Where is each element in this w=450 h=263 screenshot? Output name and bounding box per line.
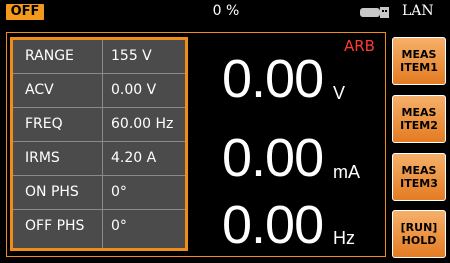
param-value: 60.00 Hz: [111, 116, 174, 132]
param-label: OFF PHS: [25, 218, 85, 234]
param-row-acv[interactable]: ACV 0.00 V: [13, 74, 185, 108]
output-state-badge: OFF: [6, 4, 44, 20]
measurement-voltage-unit: V: [333, 83, 346, 103]
param-row-irms[interactable]: IRMS 4.20 A: [13, 142, 185, 176]
param-row-range[interactable]: RANGE 155 V: [13, 40, 185, 74]
param-label: ON PHS: [25, 184, 79, 200]
softkey-line1: MEAS: [401, 106, 437, 119]
softkey-line1: [RUN]: [400, 221, 438, 234]
measurement-frequency-value: 0.00: [222, 195, 324, 255]
param-label: IRMS: [25, 150, 60, 166]
softkey-line2: HOLD: [401, 234, 437, 247]
mode-tag: ARB: [344, 37, 375, 55]
usb-icon: [360, 7, 389, 18]
measurement-voltage-value: 0.00: [222, 49, 324, 109]
measurement-current-value: 0.00: [222, 128, 324, 188]
progress-text: 0 %: [212, 3, 240, 19]
measurement-current-unit: mA: [333, 162, 360, 182]
param-value: 4.20 A: [111, 150, 157, 166]
softkey-line1: MEAS: [401, 164, 437, 177]
softkey-line1: MEAS: [401, 48, 437, 61]
param-value: 0°: [111, 218, 127, 234]
param-label: ACV: [25, 82, 54, 98]
softkey-line2: ITEM2: [400, 119, 438, 132]
param-value: 0°: [111, 184, 127, 200]
run-hold-softkey[interactable]: [RUN] HOLD: [392, 210, 446, 258]
param-row-on-phase[interactable]: ON PHS 0°: [13, 176, 185, 210]
param-label: RANGE: [25, 48, 74, 64]
param-label: FREQ: [25, 116, 63, 132]
param-value: 0.00 V: [111, 82, 157, 98]
param-value: 155 V: [111, 48, 152, 64]
measurement-frequency-unit: Hz: [333, 228, 355, 248]
param-row-off-phase[interactable]: OFF PHS 0°: [13, 210, 185, 248]
softkey-line2: ITEM3: [400, 177, 438, 190]
parameter-table: RANGE 155 V ACV 0.00 V FREQ 60.00 Hz IRM…: [10, 37, 188, 251]
softkey-line2: ITEM1: [400, 61, 438, 74]
param-row-freq[interactable]: FREQ 60.00 Hz: [13, 108, 185, 142]
network-status: LAN: [402, 3, 434, 19]
meas-item2-softkey[interactable]: MEAS ITEM2: [392, 95, 446, 143]
meas-item1-softkey[interactable]: MEAS ITEM1: [392, 37, 446, 85]
meas-item3-softkey[interactable]: MEAS ITEM3: [392, 153, 446, 201]
status-bar: OFF 0 % LAN: [0, 0, 450, 24]
